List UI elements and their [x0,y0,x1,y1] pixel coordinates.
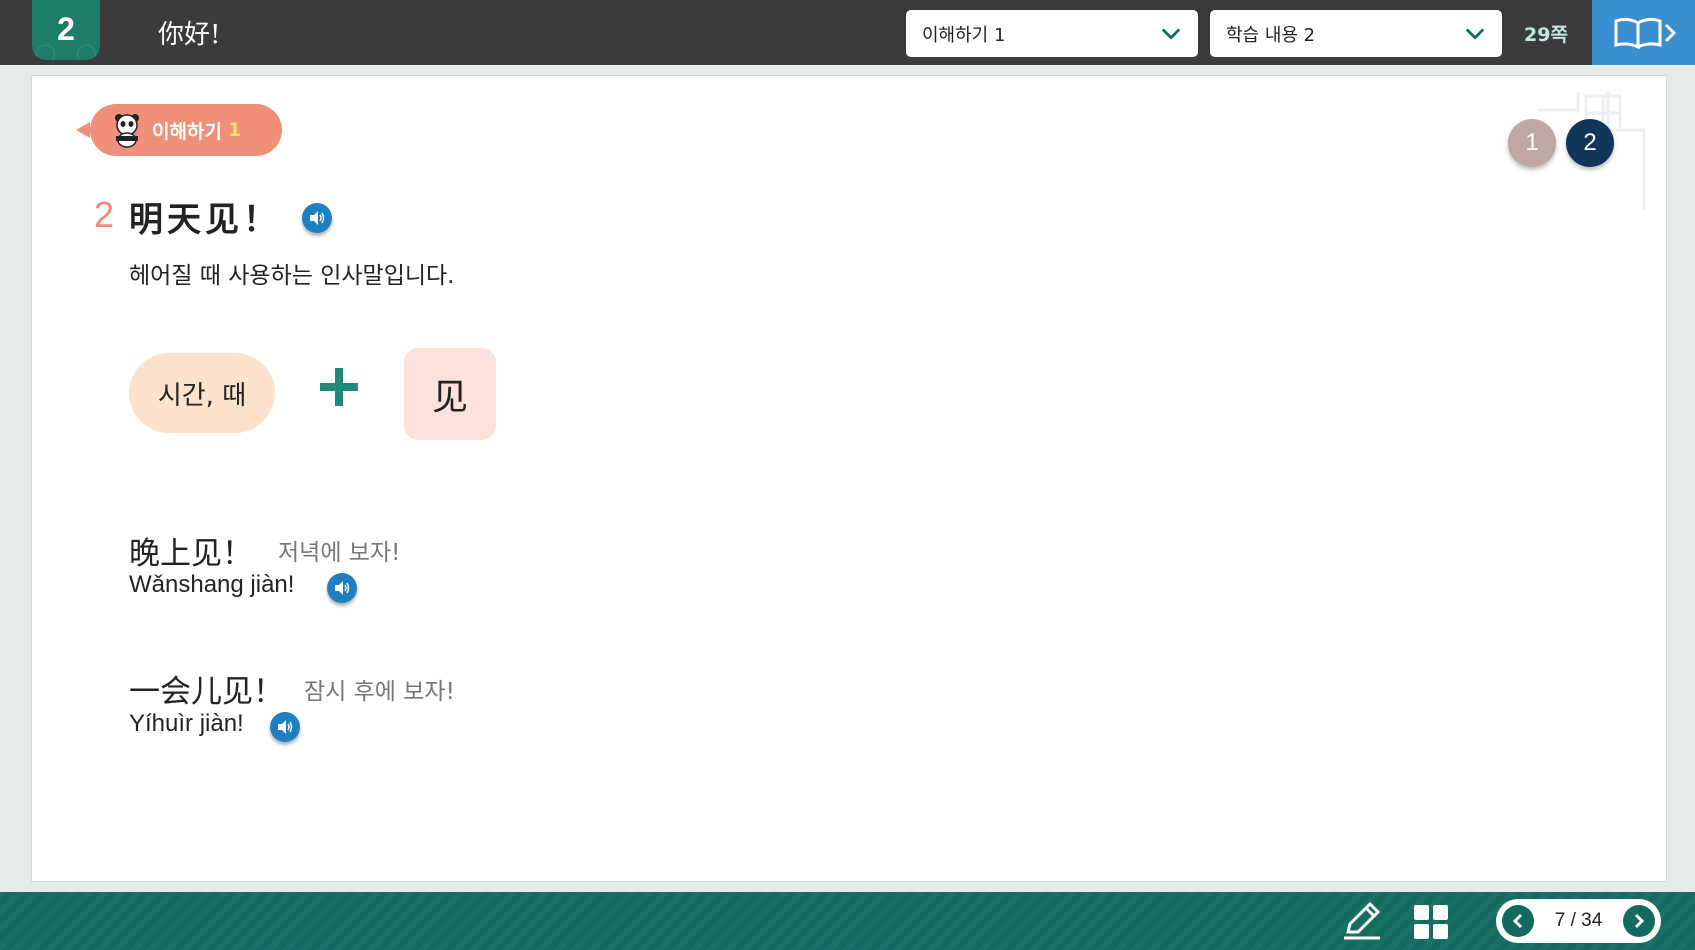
grid-menu-button[interactable] [1414,905,1448,939]
bottom-bar: 7 / 34 [0,892,1695,950]
chevron-down-icon [1465,27,1485,40]
example-2-hanzi: 一会儿见！ [129,674,284,710]
content-dropdown-label: 학습 내용 2 [1226,24,1316,46]
item-description: 헤어질 때 사용하는 인사말입니다. [129,263,455,289]
example-1-pinyin: Wǎnshang jiàn! [129,571,295,598]
grid-icon [1414,905,1429,920]
content-dropdown[interactable]: 학습 내용 2 [1210,10,1502,57]
example-2-pinyin: Yíhuìr jiàn! [129,710,244,737]
example-1-hanzi: 晚上见！ [129,536,253,572]
prev-page-button[interactable] [1502,905,1534,937]
book-icon [1614,17,1676,49]
section-tag-label: 이해하기 [152,120,222,143]
page-navigator: 7 / 34 [1496,899,1661,943]
panda-icon [115,114,139,148]
speaker-icon [335,581,350,595]
meaning-pill: 시간, 때 [129,353,275,433]
section-tag-number: 1 [227,119,242,141]
page-dot-2[interactable]: 2 [1566,119,1614,167]
plus-icon [320,368,358,406]
example-2-korean: 잠시 후에 보자! [304,679,455,705]
item-title: 明天见！ [129,200,281,240]
page-dot-1[interactable]: 1 [1508,119,1556,167]
lesson-title: 你好! [158,20,221,50]
chevron-down-icon [1161,27,1181,40]
top-bar: 2 你好! 이해하기 1 학습 내용 2 29쪽 [0,0,1695,65]
pen-icon[interactable] [1340,900,1382,942]
character-box: 见 [404,348,496,440]
section-tag: 이해하기 1 [76,104,282,156]
chevron-right-icon [1634,913,1645,929]
page-indicator: 7 / 34 [1554,910,1603,931]
speaker-icon [278,720,293,734]
textbook-button[interactable] [1592,0,1695,65]
item-number: 2 [94,194,115,235]
title-audio-button[interactable] [302,203,332,233]
unit-badge: 2 [32,0,100,60]
section-dropdown[interactable]: 이해하기 1 [906,10,1198,57]
chevron-left-icon [1512,913,1523,929]
example-1-korean: 저녁에 보자! [278,540,401,566]
section-dropdown-label: 이해하기 1 [922,24,1006,46]
content-panel: 이해하기 1 1 2 2 明天见！ 헤어질 때 사용하는 인사말입니다. 시간,… [31,75,1667,882]
page-reference: 29쪽 [1524,24,1568,46]
example-1-audio-button[interactable] [327,573,357,603]
example-2-audio-button[interactable] [270,712,300,742]
next-page-button[interactable] [1622,905,1655,937]
speaker-icon [310,211,325,225]
